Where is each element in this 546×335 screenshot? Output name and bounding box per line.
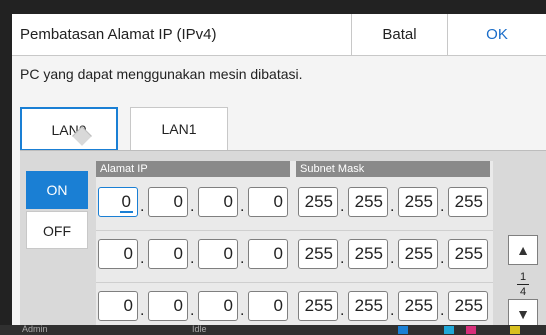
mask-octet-field[interactable]: 255 (348, 239, 388, 269)
status-bar: Admin Idle (0, 324, 546, 335)
mask-octet-field[interactable]: 255 (448, 187, 488, 217)
on-toggle-button[interactable]: ON (26, 171, 88, 209)
address-row: 0. 0. 0. 0 255. 255. 255. 255 (96, 291, 493, 327)
subnet-mask-header: Subnet Mask (296, 161, 490, 177)
octet-separator: . (390, 250, 395, 267)
row-divider (96, 230, 493, 231)
ip-octet-value: 0 (273, 296, 283, 315)
mask-octet-value: 255 (304, 296, 333, 315)
address-row: 0. 0. 0. 0 255. 255. 255. 255 (96, 239, 493, 275)
mask-octet-value: 255 (404, 244, 433, 263)
mask-octet-field[interactable]: 255 (298, 187, 338, 217)
mask-octet-value: 255 (354, 296, 383, 315)
ip-octet-field[interactable]: 0 (248, 239, 288, 269)
tab-lan0[interactable]: LAN0 (20, 107, 118, 151)
mask-octet-value: 255 (454, 192, 483, 211)
ip-address-header: Alamat IP (96, 161, 290, 177)
mask-octet-value: 255 (404, 296, 433, 315)
ip-octet-value: 0 (223, 296, 233, 315)
octet-separator: . (140, 302, 145, 319)
ip-octet-value: 0 (123, 296, 133, 315)
toner-c-icon (444, 326, 454, 334)
dialog-title: Pembatasan Alamat IP (IPv4) (12, 14, 352, 56)
mask-octet-value: 255 (304, 244, 333, 263)
ip-octet-field[interactable]: 0 (248, 291, 288, 321)
toner-y-icon (510, 326, 520, 334)
off-toggle-button[interactable]: OFF (26, 211, 88, 249)
ip-octet-value: 0 (123, 244, 133, 263)
octet-separator: . (340, 250, 345, 267)
ip-octet-field[interactable]: 0 (98, 291, 138, 321)
octet-separator: . (140, 198, 145, 215)
status-user: Admin (22, 324, 48, 334)
status-state: Idle (192, 324, 207, 334)
toner-k-icon (398, 326, 408, 334)
mask-octet-field[interactable]: 255 (298, 239, 338, 269)
mask-octet-value: 255 (354, 192, 383, 211)
mask-octet-value: 255 (454, 296, 483, 315)
dialog-description: PC yang dapat menggunakan mesin dibatasi… (20, 66, 303, 82)
mask-octet-field[interactable]: 255 (448, 291, 488, 321)
octet-separator: . (440, 198, 445, 215)
mask-octet-field[interactable]: 255 (448, 239, 488, 269)
octet-separator: . (390, 198, 395, 215)
octet-separator: . (190, 198, 195, 215)
page-indicator: 1 4 (508, 271, 538, 298)
octet-separator: . (140, 250, 145, 267)
octet-separator: . (390, 302, 395, 319)
mask-octet-value: 255 (354, 244, 383, 263)
ip-octet-value: 0 (273, 244, 283, 263)
ip-octet-value: 0 (223, 244, 233, 263)
mask-octet-field[interactable]: 255 (398, 291, 438, 321)
page-total: 4 (519, 286, 527, 298)
page-fraction-bar (517, 284, 529, 285)
octet-separator: . (440, 250, 445, 267)
ip-octet-value: 0 (173, 244, 183, 263)
ip-octet-value: 0 (173, 192, 183, 211)
mask-octet-field[interactable]: 255 (298, 291, 338, 321)
mask-octet-value: 255 (404, 192, 433, 211)
cancel-button[interactable]: Batal (352, 14, 448, 56)
tab-lan1[interactable]: LAN1 (130, 107, 228, 151)
mask-octet-field[interactable]: 255 (348, 291, 388, 321)
mask-octet-value: 255 (454, 244, 483, 263)
ip-octet-value: 0 (273, 192, 283, 211)
octet-separator: . (190, 250, 195, 267)
mask-octet-value: 255 (304, 192, 333, 211)
ip-octet-field[interactable]: 0 (248, 187, 288, 217)
toner-m-icon (466, 326, 476, 334)
octet-separator: . (240, 302, 245, 319)
triangle-up-icon[interactable]: ▲ (508, 235, 538, 265)
octet-separator: . (340, 302, 345, 319)
octet-separator: . (340, 198, 345, 215)
octet-separator: . (440, 302, 445, 319)
ip-settings-panel: ON OFF Alamat IP Subnet Mask 0. 0. 0. 0 255.… (20, 150, 546, 333)
mask-octet-field[interactable]: 255 (398, 187, 438, 217)
mask-octet-field[interactable]: 255 (398, 239, 438, 269)
ip-octet-field[interactable]: 0 (198, 239, 238, 269)
ip-octet-field[interactable]: 0 (98, 239, 138, 269)
mask-octet-field[interactable]: 255 (348, 187, 388, 217)
ok-button[interactable]: OK (448, 14, 546, 56)
ip-octet-field[interactable]: 0 (198, 187, 238, 217)
ip-octet-field[interactable]: 0 (98, 187, 138, 217)
octet-separator: . (190, 302, 195, 319)
address-fields: Alamat IP Subnet Mask 0. 0. 0. 0 255. 255. 255… (96, 161, 493, 333)
address-row: 0. 0. 0. 0 255. 255. 255. 255 (96, 187, 493, 223)
ip-octet-value: 0 (173, 296, 183, 315)
ip-restriction-dialog: Pembatasan Alamat IP (IPv4) Batal OK PC … (12, 14, 546, 333)
screen: Pembatasan Alamat IP (IPv4) Batal OK PC … (0, 0, 546, 335)
row-divider (96, 282, 493, 283)
page-current: 1 (519, 271, 527, 283)
ip-octet-value: 0 (223, 192, 233, 211)
pager: ▲ 1 4 ▼ (504, 171, 546, 333)
ip-octet-field[interactable]: 0 (148, 187, 188, 217)
ip-octet-field[interactable]: 0 (198, 291, 238, 321)
ip-octet-field[interactable]: 0 (148, 291, 188, 321)
ip-octet-value: 0 (119, 192, 133, 213)
title-bar: Pembatasan Alamat IP (IPv4) Batal OK (12, 14, 546, 56)
octet-separator: . (240, 198, 245, 215)
ip-octet-field[interactable]: 0 (148, 239, 188, 269)
octet-separator: . (240, 250, 245, 267)
